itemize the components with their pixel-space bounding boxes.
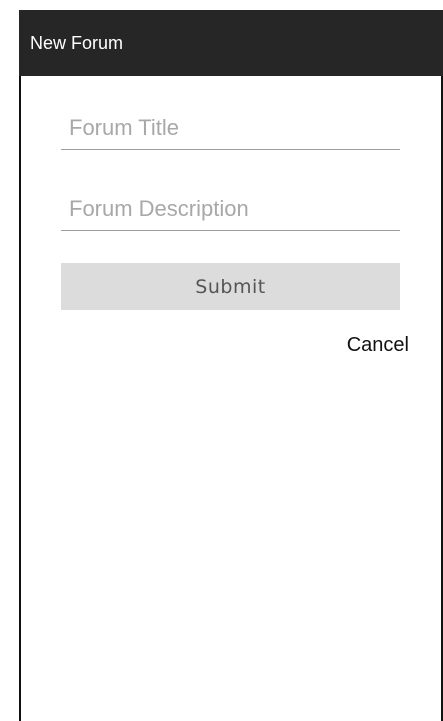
forum-title-input[interactable] [61, 106, 400, 149]
forum-title-field[interactable] [61, 106, 400, 150]
submit-button[interactable]: Submit [61, 263, 400, 310]
app-bar: New Forum [19, 10, 443, 76]
phone-screen: New Forum Submit Cancel [19, 10, 443, 721]
forum-description-input[interactable] [61, 187, 400, 230]
cancel-button[interactable]: Cancel [347, 334, 409, 357]
page-title: New Forum [30, 32, 124, 53]
forum-description-field[interactable] [61, 187, 400, 231]
